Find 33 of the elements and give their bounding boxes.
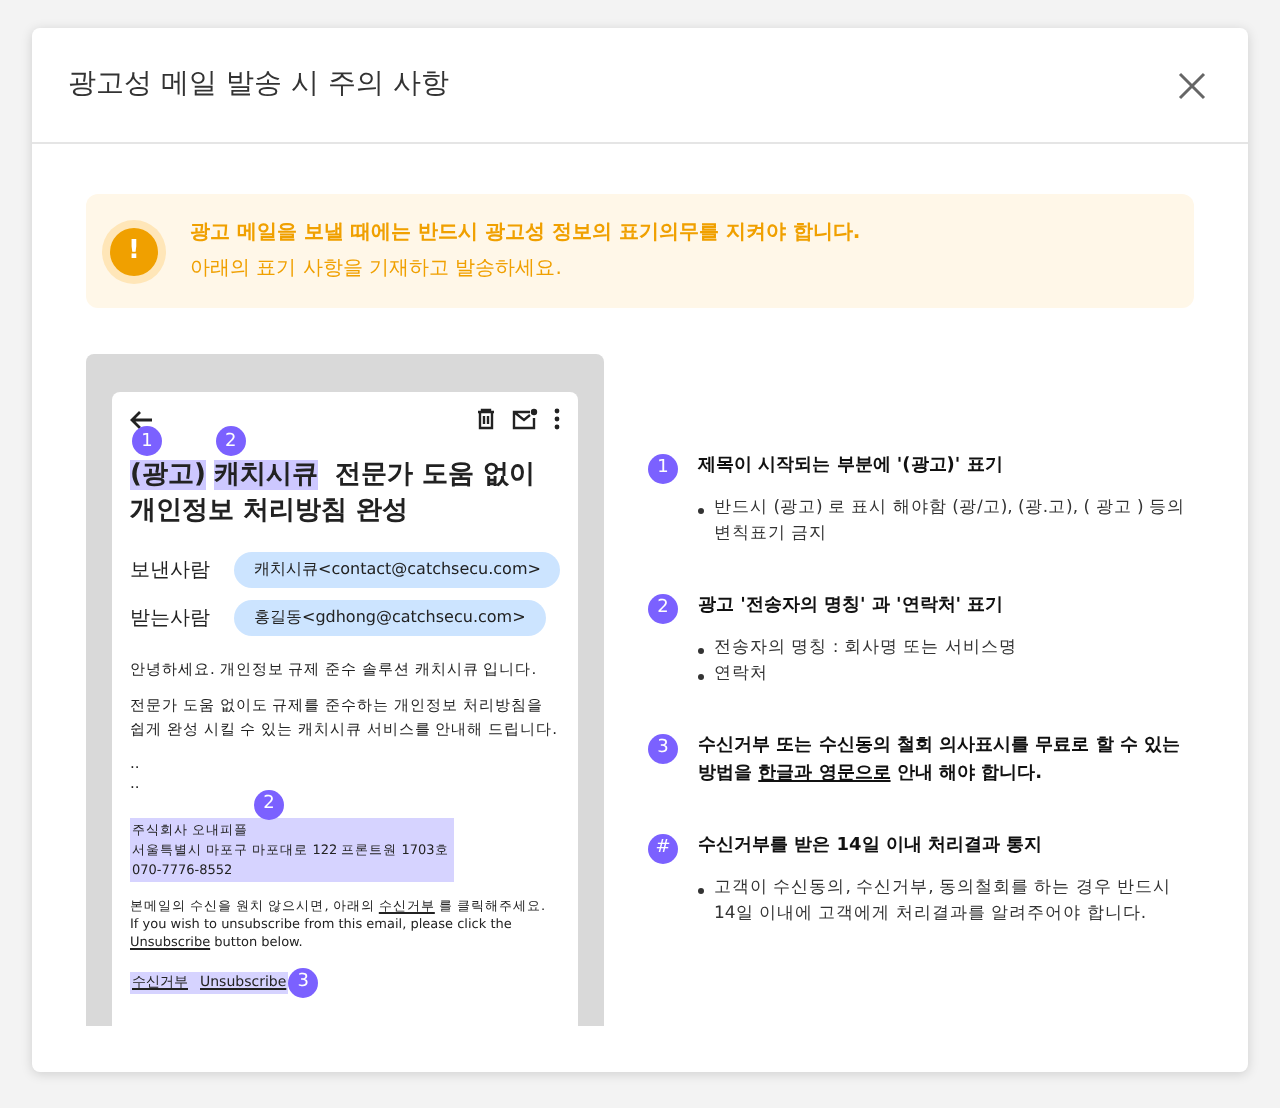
bullet-icon bbox=[698, 888, 704, 894]
guide-title: 수신거부 또는 수신동의 철회 의사표시를 무료로 할 수 있는 방법을 한글과 영문으로 안내 해야 합니다. bbox=[698, 734, 1183, 788]
close-icon bbox=[1176, 69, 1208, 101]
address-chip: 캐치시큐<contact@catchsecu.com> bbox=[234, 552, 561, 588]
number-badge: 2 bbox=[215, 426, 246, 456]
notice-subtitle: 아래의 표기 사항을 기재하고 발송하세요. bbox=[190, 256, 564, 284]
guide-bullet: 고객이 수신동의, 수신거부, 동의철회를 하는 경우 반드시 14일 이내에 고객에게 처리결과를 알려주어야 합니다. bbox=[714, 876, 1174, 928]
bullet-icon bbox=[698, 648, 704, 654]
field-label: 보낸사람 bbox=[130, 557, 210, 585]
number-badge: # bbox=[648, 834, 678, 864]
number-badge: 1 bbox=[132, 426, 162, 456]
address-chip: 홍길동<gdhong@catchsecu.com> bbox=[234, 600, 546, 636]
trash-icon[interactable] bbox=[476, 408, 496, 430]
more-icon[interactable] bbox=[554, 408, 560, 430]
back-arrow-icon[interactable] bbox=[130, 409, 154, 429]
guide-title: 수신거부를 받은 14일 이내 처리결과 통지 bbox=[698, 834, 1043, 860]
bullet-icon bbox=[698, 674, 704, 680]
notice-title: 광고 메일을 보낼 때에는 반드시 광고성 정보의 표기의무를 지켜야 합니다. bbox=[190, 220, 861, 248]
guide-title: 광고 '전송자의 명칭' 과 '연락처' 표기 bbox=[698, 594, 1004, 620]
guide-bullet: 전송자의 명칭 : 회사명 또는 서비스명 bbox=[714, 636, 1017, 662]
guide-bullet: 연락처 bbox=[714, 662, 768, 688]
dialog-title: 광고성 메일 발송 시 주의 사항 bbox=[68, 66, 449, 104]
number-badge: 1 bbox=[648, 454, 678, 484]
number-badge: 3 bbox=[288, 968, 319, 998]
bullet-icon bbox=[698, 508, 704, 514]
guide-bullet: 반드시 (광고) 로 표시 해야함 (광/고), (광.고), ( 광고 ) 등의 변칙표기 금지 bbox=[714, 496, 1188, 548]
number-badge: 2 bbox=[254, 790, 284, 820]
field-label: 받는사람 bbox=[130, 605, 210, 633]
number-badge: 2 bbox=[648, 594, 678, 624]
warning-icon: ! bbox=[110, 227, 158, 275]
mail-icon[interactable] bbox=[512, 408, 538, 430]
guide-title: 제목이 시작되는 부분에 '(광고)' 표기 bbox=[698, 454, 1003, 480]
number-badge: 3 bbox=[648, 734, 678, 764]
